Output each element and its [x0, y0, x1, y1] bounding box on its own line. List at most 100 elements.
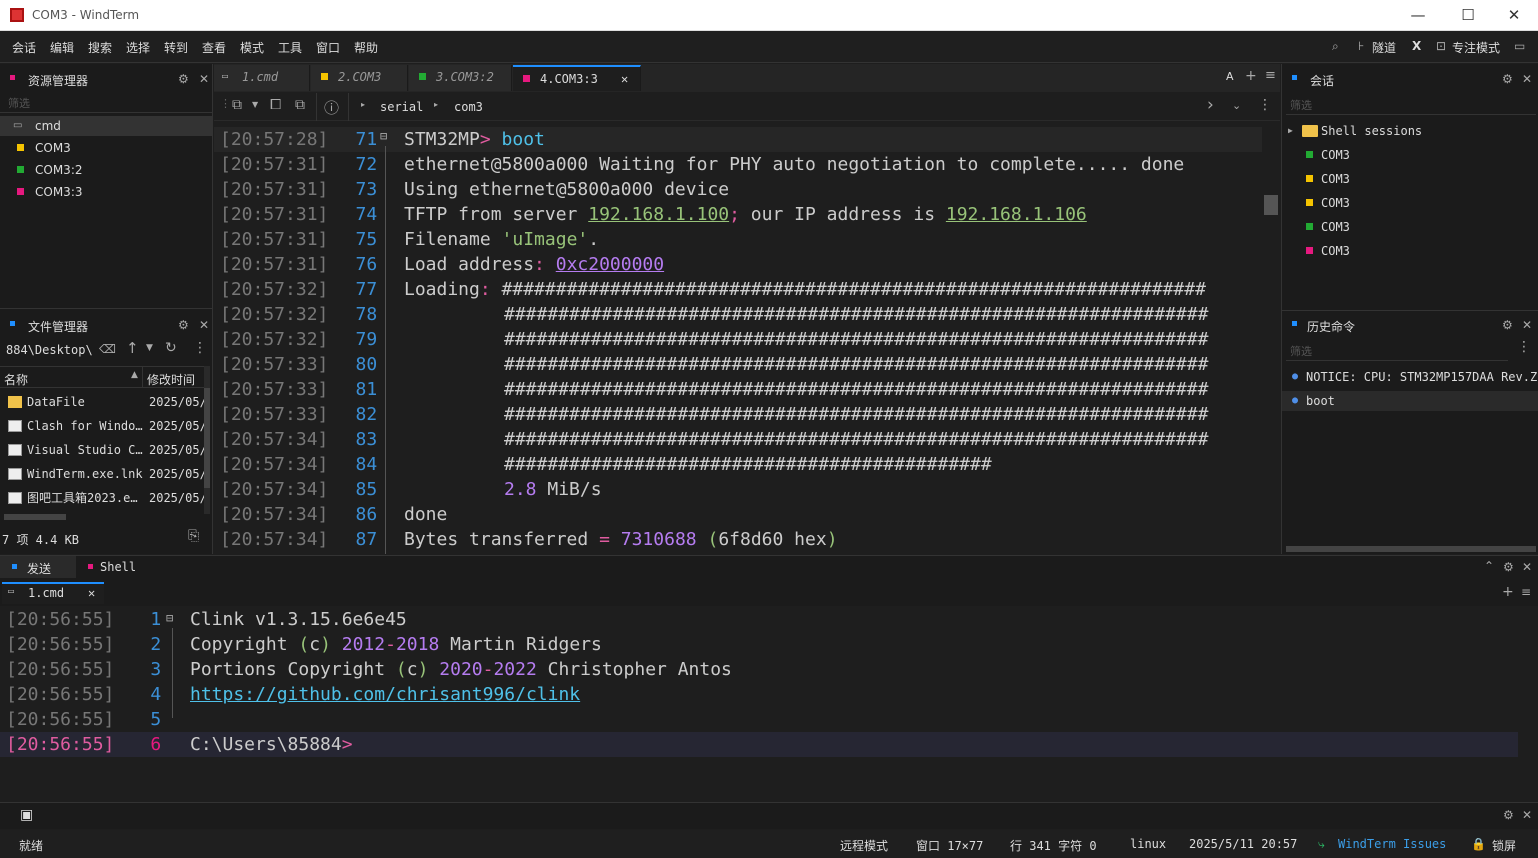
filemgr-path[interactable]: 884\Desktop\ [6, 343, 93, 357]
chevron-down-icon[interactable]: ▼ [252, 100, 258, 109]
chevron-down-icon[interactable]: ▼ [146, 343, 153, 353]
menu-view[interactable]: 查看 [202, 39, 226, 56]
menu-icon[interactable]: ≡ [1521, 585, 1531, 599]
terminal-view[interactable]: [20:57:28] 71 [20:57:31] 72 [20:57:31] 73 [… [214, 124, 1280, 554]
session-item[interactable]: COM3 [1282, 169, 1538, 189]
close-icon[interactable]: ✕ [1522, 318, 1532, 332]
explorer-item[interactable]: COM3:3 [0, 182, 212, 202]
close-icon[interactable]: ✕ [1522, 72, 1532, 86]
minimize-button[interactable]: — [1404, 4, 1432, 26]
history-item[interactable]: ● boot [1282, 391, 1538, 411]
clink-link[interactable]: https://github.com/chrisant996/clink [190, 682, 580, 707]
explorer-item[interactable]: ▭ cmd [0, 116, 212, 136]
copy-icon[interactable]: ⧉ [295, 97, 305, 113]
menu-mode[interactable]: 模式 [240, 39, 264, 56]
search-icon[interactable]: ⌕ [1332, 39, 1339, 54]
col-time[interactable]: 修改时间 [147, 371, 195, 388]
shell-terminal-view[interactable]: [20:56:55] 1 [20:56:55] 2 [20:56:55] 3 [20:… [0, 606, 1538, 802]
gear-icon[interactable]: ⚙ [1503, 808, 1514, 822]
more-icon[interactable]: ⋮ [1258, 97, 1272, 113]
menu-session[interactable]: 会话 [12, 39, 36, 56]
maximize-button[interactable]: ☐ [1454, 4, 1482, 26]
chevron-right-icon: ▸ [434, 100, 439, 109]
font-icon[interactable]: A [1226, 70, 1234, 83]
gear-icon[interactable]: ⚙ [178, 72, 189, 86]
fold-icon[interactable]: ⊟ [380, 129, 387, 143]
explorer-item[interactable]: COM3:2 [0, 160, 212, 180]
close-icon[interactable]: ✕ [199, 72, 209, 86]
file-row[interactable]: DataFile 2025/05/ [0, 392, 205, 412]
file-row[interactable]: Clash for Windo… 2025/05/ [0, 416, 205, 436]
info-icon[interactable]: ⓘ [324, 97, 339, 118]
tab-close-icon[interactable]: ✕ [621, 67, 628, 91]
file-row[interactable]: Visual Studio C… 2025/05/ [0, 440, 205, 460]
session-group[interactable]: ▶ Shell sessions [1288, 121, 1538, 141]
add-tab-icon[interactable]: + [1245, 68, 1257, 84]
gear-icon[interactable]: ⚙ [178, 318, 189, 332]
col-name[interactable]: 名称 [4, 371, 28, 388]
open-folder-icon[interactable]: ⎘ [188, 528, 199, 544]
tunnel-button[interactable]: 隧道 [1372, 39, 1396, 56]
subtab-1cmd[interactable]: ▭ 1.cmd ✕ [2, 582, 104, 604]
terminal-scrollbar[interactable] [1262, 124, 1280, 554]
layout-icon[interactable]: ▭ [1514, 39, 1525, 53]
menu-search[interactable]: 搜索 [88, 39, 112, 56]
status-issues[interactable]: WindTerm Issues [1338, 837, 1446, 851]
status-lock[interactable]: 锁屏 [1492, 837, 1516, 854]
tab-shell[interactable]: Shell [82, 556, 152, 578]
file-row[interactable]: 图吧工具箱2023.e… 2025/05/ [0, 488, 205, 508]
add-tab-icon[interactable]: + [1502, 584, 1514, 600]
tab-1[interactable]: ▭ 1.cmd [214, 65, 310, 91]
focus-mode-button[interactable]: 专注模式 [1452, 39, 1500, 56]
status-mode[interactable]: 远程模式 [840, 837, 888, 854]
send-icon[interactable]: ▣ [20, 807, 33, 823]
gear-icon[interactable]: ⚙ [1502, 318, 1513, 332]
close-button[interactable]: ✕ [1500, 4, 1528, 26]
gear-icon[interactable]: ⚙ [1502, 72, 1513, 86]
file-row[interactable]: WindTerm.exe.lnk 2025/05/ [0, 464, 205, 484]
fold-icon[interactable]: ⊟ [166, 611, 173, 625]
tab-4-active[interactable]: 4.COM3:3 ✕ [513, 65, 641, 91]
gear-icon[interactable]: ⚙ [1503, 560, 1514, 574]
breadcrumb-com3[interactable]: com3 [454, 100, 483, 114]
menu-icon[interactable]: ≡ [1265, 68, 1276, 83]
session-item[interactable]: COM3 [1282, 217, 1538, 237]
menu-select[interactable]: 选择 [126, 39, 150, 56]
more-icon[interactable]: ⋮ [193, 340, 207, 356]
chevron-down-icon[interactable]: ⌄ [1232, 99, 1241, 112]
x-button[interactable]: X [1412, 39, 1421, 53]
close-icon[interactable]: ✕ [199, 318, 209, 332]
explorer-filter-input[interactable]: 筛选 [8, 95, 30, 111]
h-scrollbar[interactable] [4, 514, 66, 520]
sessions-filter-input[interactable]: 筛选 [1290, 97, 1312, 113]
history-filter-input[interactable]: 筛选 [1290, 343, 1312, 359]
more-icon[interactable]: ⋮ [1517, 339, 1531, 355]
scrollbar[interactable] [204, 366, 210, 514]
menu-help[interactable]: 帮助 [354, 39, 378, 56]
up-arrow-icon[interactable]: ↑ [126, 339, 139, 357]
status-position[interactable]: 行 341 字符 0 [1010, 837, 1097, 854]
history-item[interactable]: ● NOTICE: CPU: STM32MP157DAA Rev.Z [1282, 367, 1538, 387]
new-session-icon[interactable]: ⧉ [232, 97, 242, 113]
close-icon[interactable]: ✕ [88, 586, 95, 600]
chevron-right-icon[interactable]: › [1207, 95, 1214, 115]
menu-window[interactable]: 窗口 [316, 39, 340, 56]
menu-goto[interactable]: 转到 [164, 39, 188, 56]
session-item[interactable]: COM3 [1282, 193, 1538, 213]
refresh-icon[interactable]: ↻ [165, 340, 177, 356]
tab-3[interactable]: 3.COM3:2 [409, 65, 512, 91]
explorer-item[interactable]: COM3 [0, 138, 212, 158]
session-item[interactable]: COM3 [1282, 241, 1538, 261]
clear-icon[interactable]: ⌫ [99, 342, 116, 356]
h-scrollbar[interactable] [1286, 546, 1536, 552]
menu-edit[interactable]: 编辑 [50, 39, 74, 56]
close-icon[interactable]: ✕ [1522, 560, 1532, 574]
menu-tools[interactable]: 工具 [278, 39, 302, 56]
chevron-up-icon[interactable]: ⌃ [1484, 559, 1494, 573]
tab-2[interactable]: 2.COM3 [311, 65, 408, 91]
breadcrumb-serial[interactable]: serial [380, 100, 423, 114]
duplicate-icon[interactable]: ⧠ [270, 97, 281, 113]
close-icon[interactable]: ✕ [1522, 808, 1532, 822]
tab-send[interactable]: 发送 [0, 556, 76, 578]
session-item[interactable]: COM3 [1282, 145, 1538, 165]
